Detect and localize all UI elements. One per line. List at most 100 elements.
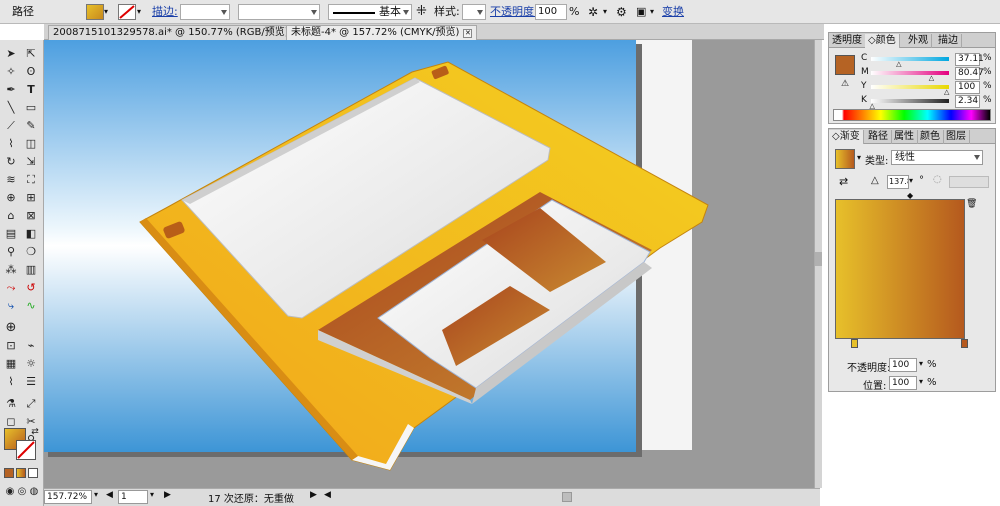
stop-location-input[interactable]: 100 <box>889 376 917 390</box>
rotate-icon[interactable]: ↻ <box>3 154 19 170</box>
stroke-swatch[interactable] <box>118 4 136 20</box>
gradient-mode-icon[interactable] <box>16 468 26 478</box>
delete-stop-icon[interactable]: 🗑 <box>966 199 977 209</box>
pen-tool-icon[interactable]: ✒ <box>3 82 19 98</box>
measure-icon[interactable]: ⤢ <box>23 396 39 412</box>
free-transform-icon[interactable]: ⛶ <box>23 172 39 188</box>
paintbrush-icon[interactable]: ⟋ <box>3 118 19 134</box>
width-tool-icon[interactable]: ⤳ <box>3 280 19 296</box>
path-tool-icon[interactable]: ⤷ <box>3 298 19 314</box>
tab-layers[interactable]: 图层 <box>943 130 970 144</box>
gradient-stop-start[interactable] <box>851 339 858 348</box>
channel-slider[interactable] <box>871 85 949 89</box>
stroke-color-box[interactable] <box>16 440 36 460</box>
scale-icon[interactable]: ⇲ <box>23 154 39 170</box>
current-color-swatch[interactable] <box>835 55 855 75</box>
channel-value[interactable]: 80.47 <box>955 67 984 80</box>
gradient-stop-end[interactable] <box>961 339 968 348</box>
tab-color-2[interactable]: 颜色 <box>917 130 944 144</box>
align-icon[interactable]: ⁜ <box>416 4 427 20</box>
warp-icon[interactable]: ≋ <box>3 172 19 188</box>
vertical-scrollbar[interactable] <box>814 40 822 488</box>
line-tool-icon[interactable]: ╲ <box>3 100 19 116</box>
mesh-icon[interactable]: ⊠ <box>23 208 39 224</box>
magic-wand-icon[interactable]: ✧ <box>3 64 19 80</box>
tab-attributes[interactable]: 属性 <box>891 130 918 144</box>
close-icon[interactable]: ✕ <box>463 29 473 38</box>
type-tool-icon[interactable]: T <box>23 82 39 98</box>
opacity-link[interactable]: 不透明度: <box>490 4 538 20</box>
gradient-dropdown-icon[interactable]: ▾ <box>857 153 861 162</box>
flare-icon[interactable]: ☼ <box>23 356 39 372</box>
channel-value[interactable]: 2.34 <box>955 95 980 108</box>
channel-slider[interactable] <box>871 99 949 103</box>
perspective-grid-icon[interactable]: ⌂ <box>3 208 19 224</box>
gear-icon[interactable]: ⚙ <box>616 4 627 20</box>
pencil-icon[interactable]: ✎ <box>23 118 39 134</box>
symbol-sprayer-icon[interactable]: ⁂ <box>3 262 19 278</box>
stroke-dropdown-icon[interactable]: ▾ <box>137 4 141 20</box>
status-menu-icon[interactable]: ▶ <box>310 490 317 500</box>
channel-slider-thumb[interactable]: △ <box>944 89 949 96</box>
stroke-weight-field[interactable] <box>180 4 230 20</box>
chart-tool-icon[interactable]: ▦ <box>3 356 19 372</box>
vertical-scrollbar-thumb[interactable] <box>815 252 822 266</box>
zoom-dropdown-icon[interactable]: ▾ <box>94 490 98 499</box>
tab-stroke[interactable]: 描边 <box>935 34 962 48</box>
channel-value[interactable]: 37.11 <box>955 53 984 66</box>
rectangle-tool-icon[interactable]: ▭ <box>23 100 39 116</box>
recolor-icon[interactable]: ✲ <box>588 4 598 20</box>
list-icon[interactable]: ☰ <box>23 374 39 390</box>
select-dropdown-icon[interactable]: ▾ <box>650 4 654 20</box>
swap-icon[interactable]: ⇄ <box>27 424 43 440</box>
target-icon[interactable]: ⊕ <box>3 320 19 336</box>
channel-value[interactable]: 100 <box>955 81 980 94</box>
grid-select-icon[interactable]: ▣ <box>636 4 646 20</box>
shape-builder-icon[interactable]: ⊕ <box>3 190 19 206</box>
eraser-icon[interactable]: ◫ <box>23 136 39 152</box>
blob-brush-icon[interactable]: ⌇ <box>3 136 19 152</box>
next-artboard-icon[interactable]: ▶ <box>164 490 171 500</box>
smooth-icon[interactable]: ∿ <box>23 298 39 314</box>
reverse-gradient-icon[interactable]: ⇄ <box>839 175 848 188</box>
tab-document-1[interactable]: 20087151013295​78.ai* @ 150.77% (RGB/预览)… <box>48 25 307 40</box>
artboard-field[interactable]: 1 <box>118 490 148 504</box>
transform-link[interactable]: 变换 <box>662 4 684 20</box>
gradient-thumbnail[interactable] <box>835 149 855 169</box>
style-dropdown[interactable] <box>462 4 486 20</box>
zoom-field[interactable]: 157.72% <box>44 490 92 504</box>
channel-slider-thumb[interactable]: △ <box>929 75 934 82</box>
stop-opacity-input[interactable]: 100 <box>889 358 917 372</box>
first-artboard-icon[interactable]: ◀ <box>106 490 113 500</box>
recolor-dropdown-icon[interactable]: ▾ <box>603 4 607 20</box>
channel-slider-thumb[interactable]: △ <box>896 61 901 68</box>
fill-dropdown-icon[interactable]: ▾ <box>104 4 108 20</box>
tab-pathfinder[interactable]: 路径 <box>865 130 892 144</box>
out-of-gamut-icon[interactable]: ⚠ <box>841 79 849 89</box>
artboard-dropdown-icon[interactable]: ▾ <box>150 490 154 499</box>
channel-slider[interactable] <box>871 57 949 61</box>
live-paint-icon[interactable]: ⊞ <box>23 190 39 206</box>
stop-opacity-dropdown-icon[interactable]: ▾ <box>919 359 923 368</box>
stop-location-dropdown-icon[interactable]: ▾ <box>919 377 923 386</box>
none-mode-icon[interactable] <box>28 468 38 478</box>
slice-tool-icon[interactable]: ⌁ <box>23 338 39 354</box>
gradient-preview[interactable] <box>835 199 965 339</box>
canvas-area[interactable] <box>44 40 820 488</box>
color-mode-icon[interactable] <box>4 468 14 478</box>
eyedropper-icon[interactable]: ⚲ <box>3 244 19 260</box>
scroll-left-icon[interactable]: ◀ <box>324 490 331 500</box>
fill-swatch[interactable] <box>86 4 104 20</box>
opacity-input[interactable]: 100 <box>535 4 567 20</box>
brush-dropdown[interactable]: 基本 <box>328 4 412 20</box>
tab-document-2[interactable]: 未标题-4* @ 157.72% (CMYK/预览) ✕ <box>286 25 478 40</box>
tab-color[interactable]: ◇颜色 <box>865 34 900 48</box>
horizontal-scrollbar-thumb[interactable] <box>562 492 572 502</box>
angle-dropdown-icon[interactable]: ▾ <box>909 176 913 185</box>
gradient-type-select[interactable]: 线性 <box>891 150 983 165</box>
direct-selection-tool-icon[interactable]: ⇱ <box>23 46 39 62</box>
tab-transparency[interactable]: 透明度 <box>829 34 866 48</box>
artboard-tool-icon[interactable]: ⊡ <box>3 338 19 354</box>
reshape-icon[interactable]: ↺ <box>23 280 39 296</box>
channel-slider[interactable] <box>871 71 949 75</box>
